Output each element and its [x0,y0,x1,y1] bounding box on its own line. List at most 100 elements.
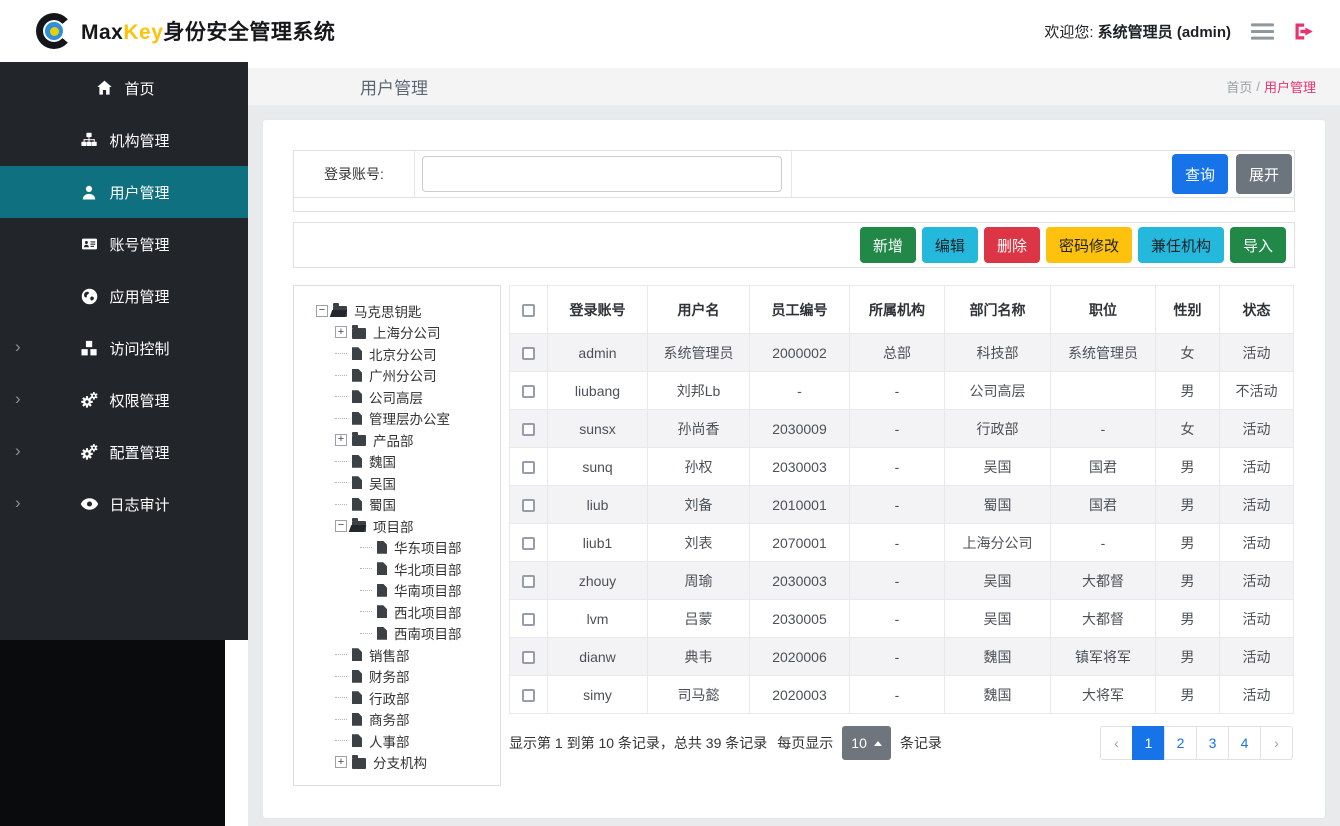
brand-logo: MaxKey身份安全管理系统 [36,13,335,49]
cell: 总部 [850,334,945,372]
tree-node[interactable]: +产品部 [298,429,496,451]
table-row[interactable]: sunsx孙尚香2030009-行政部-女活动 [510,410,1294,448]
cell: 孙尚香 [648,410,750,448]
tree-expand-icon[interactable]: + [335,326,347,338]
page-1[interactable]: 1 [1132,726,1165,760]
tree-expand-icon[interactable]: + [335,434,347,446]
cell: - [850,562,945,600]
select-all-checkbox[interactable] [522,304,535,317]
file-icon [352,369,362,382]
login-account-input[interactable] [422,156,782,192]
page-size-dropdown[interactable]: 10 [842,726,891,760]
tree-connector [335,654,347,655]
tree-node[interactable]: 公司高层 [298,386,496,408]
logout-icon[interactable] [1294,23,1314,40]
row-checkbox[interactable] [522,423,535,436]
tree-node[interactable]: 西北项目部 [298,601,496,623]
sidebar-item-sitemap-1[interactable]: 机构管理 [0,114,248,166]
chevron-right-icon: › [15,389,21,409]
tree-node[interactable]: +分支机构 [298,752,496,774]
sidebar-item-home-0[interactable]: 首页 [0,62,248,114]
sidebar-item-eye-8[interactable]: ›日志审计 [0,478,248,530]
cell: 蜀国 [945,486,1051,524]
page-next[interactable]: › [1260,726,1293,760]
tree-node[interactable]: 华南项目部 [298,580,496,602]
table-row[interactable]: dianw典韦2020006-魏国镇军将军男活动 [510,638,1294,676]
toolbar-button-1[interactable]: 编辑 [922,227,978,263]
toolbar-button-2[interactable]: 删除 [984,227,1040,263]
table-row[interactable]: liubang刘邦Lb--公司高层男不活动 [510,372,1294,410]
row-checkbox[interactable] [522,575,535,588]
expand-button[interactable]: 展开 [1236,154,1292,194]
breadcrumb-home-link[interactable]: 首页 [1226,77,1252,96]
table-row[interactable]: liub刘备2010001-蜀国国君男活动 [510,486,1294,524]
row-checkbox[interactable] [522,385,535,398]
cell: - [750,372,850,410]
tree-node[interactable]: 管理层办公室 [298,408,496,430]
tree-node[interactable]: 广州分公司 [298,365,496,387]
tree-node[interactable]: 北京分公司 [298,343,496,365]
sidebar-item-cogs-6[interactable]: ›权限管理 [0,374,248,426]
row-checkbox[interactable] [522,537,535,550]
eye-icon [78,495,100,513]
row-checkbox[interactable] [522,347,535,360]
row-checkbox[interactable] [522,461,535,474]
table-row[interactable]: sunq孙权2030003-吴国国君男活动 [510,448,1294,486]
tree-collapse-icon[interactable]: − [316,305,328,317]
tree-connector [335,676,347,677]
table-row[interactable]: admin系统管理员2000002总部科技部系统管理员女活动 [510,334,1294,372]
menu-toggle-icon[interactable] [1251,23,1274,40]
page-2[interactable]: 2 [1164,726,1197,760]
tree-node[interactable]: 魏国 [298,451,496,473]
tree-node[interactable]: +上海分公司 [298,322,496,344]
table-row[interactable]: zhouy周瑜2030003-吴国大都督男活动 [510,562,1294,600]
table-row[interactable]: simy司马懿2020003-魏国大将军男活动 [510,676,1294,714]
sidebar-item-id-card-3[interactable]: 账号管理 [0,218,248,270]
page-4[interactable]: 4 [1228,726,1261,760]
tree-node[interactable]: 华东项目部 [298,537,496,559]
tree-connector [360,611,372,612]
table-row[interactable]: lvm吕蒙2030005-吴国大都督男活动 [510,600,1294,638]
sidebar-item-cogs-7[interactable]: ›配置管理 [0,426,248,478]
checkbox-cell [510,638,548,676]
tree-node[interactable]: 华北项目部 [298,558,496,580]
toolbar-button-4[interactable]: 兼任机构 [1138,227,1224,263]
tree-node[interactable]: 财务部 [298,666,496,688]
page-prev[interactable]: ‹ [1100,726,1133,760]
column-header: 所属机构 [850,286,945,334]
toolbar-button-3[interactable]: 密码修改 [1046,227,1132,263]
file-icon [377,562,387,575]
sitemap-icon [78,131,100,149]
tree-node[interactable]: 蜀国 [298,494,496,516]
sidebar-item-globe-4[interactable]: 应用管理 [0,270,248,322]
page-title: 用户管理 [248,74,428,99]
query-button[interactable]: 查询 [1172,154,1228,194]
tree-node[interactable]: −项目部 [298,515,496,537]
cell: lvm [548,600,648,638]
tree-collapse-icon[interactable]: − [335,520,347,532]
tree-expand-icon[interactable]: + [335,756,347,768]
tree-connector [335,375,347,376]
row-checkbox[interactable] [522,651,535,664]
tree-connector [335,504,347,505]
tree-node[interactable]: 行政部 [298,687,496,709]
tree-node[interactable]: −马克思钥匙 [298,300,496,322]
tree-node[interactable]: 销售部 [298,644,496,666]
tree-node[interactable]: 人事部 [298,730,496,752]
tree-node[interactable]: 吴国 [298,472,496,494]
sidebar-item-cubes-5[interactable]: ›访问控制 [0,322,248,374]
row-checkbox[interactable] [522,499,535,512]
sidebar-item-user-2[interactable]: 用户管理 [0,166,248,218]
row-checkbox[interactable] [522,689,535,702]
page-3[interactable]: 3 [1196,726,1229,760]
cell: 男 [1156,562,1220,600]
cell: 系统管理员 [648,334,750,372]
tree-node[interactable]: 商务部 [298,709,496,731]
cell: 男 [1156,638,1220,676]
toolbar-button-0[interactable]: 新增 [860,227,916,263]
row-checkbox[interactable] [522,613,535,626]
tree-node[interactable]: 西南项目部 [298,623,496,645]
cell: - [850,410,945,448]
table-row[interactable]: liub1刘表2070001-上海分公司-男活动 [510,524,1294,562]
toolbar-button-5[interactable]: 导入 [1230,227,1286,263]
